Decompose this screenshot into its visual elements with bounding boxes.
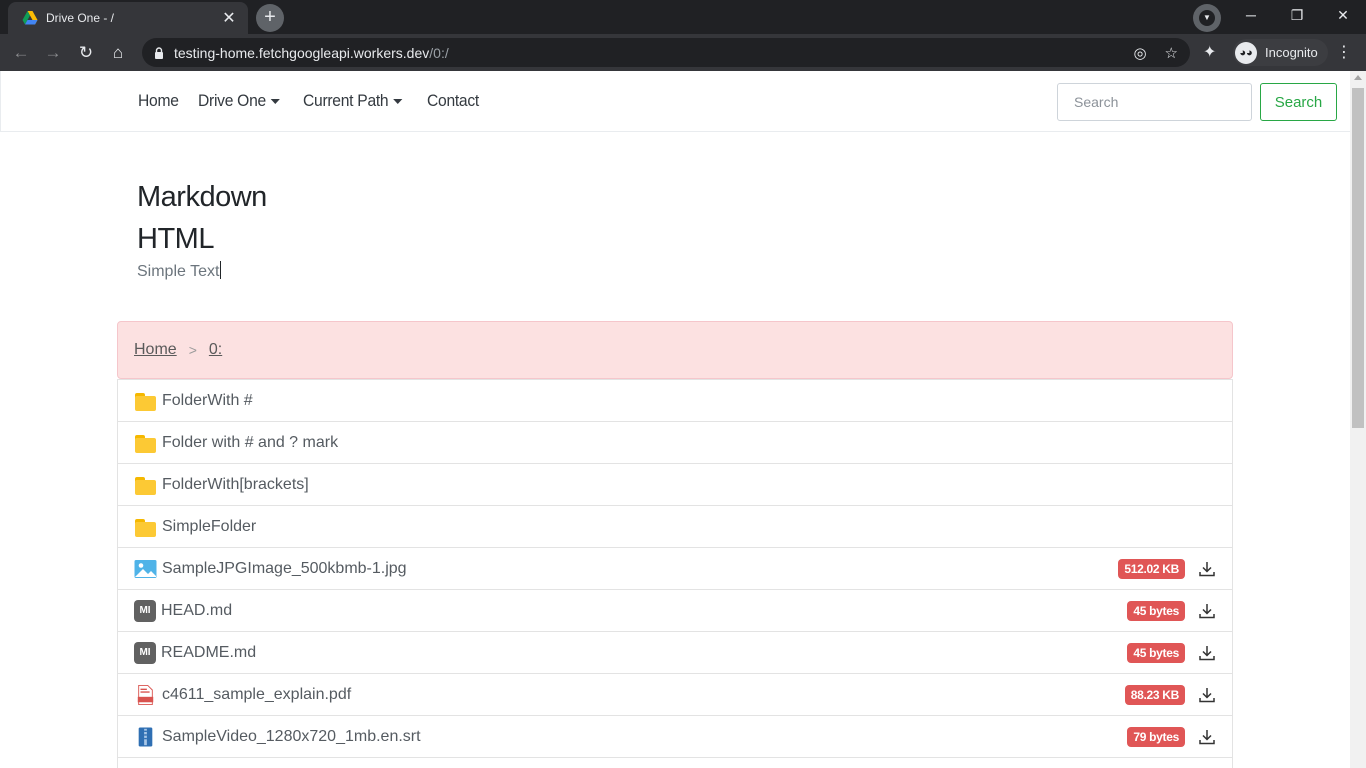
file-name: SampleVideo_1280x720_1mb.en.srt [162, 727, 421, 745]
extensions-puzzle-icon[interactable]: ✦ [1203, 42, 1216, 62]
list-item[interactable]: SampleVideo_1280x720_1mb.en.srt 79 bytes [118, 715, 1232, 757]
markdown-file-icon: MI [134, 641, 156, 664]
image-file-icon [134, 559, 157, 578]
search-input[interactable] [1057, 83, 1252, 121]
pdf-file-icon [137, 684, 154, 705]
download-icon[interactable] [1198, 728, 1216, 746]
list-item[interactable]: FolderWith[brackets] [118, 463, 1232, 505]
browser-tab[interactable]: Drive One - / ✕ [8, 2, 248, 34]
caret-down-icon [392, 98, 403, 104]
folder-icon [134, 433, 157, 453]
page-scrollbar[interactable] [1350, 71, 1366, 768]
nav-link-home[interactable]: Home [138, 91, 179, 111]
text-cursor [220, 261, 222, 279]
restore-button[interactable]: ❐ [1274, 0, 1320, 30]
breadcrumb-separator: > [188, 342, 197, 358]
list-item[interactable]: c4611_sample_explain.pdf 88.23 KB [118, 673, 1232, 715]
file-name: SampleJPGImage_500kbmb-1.jpg [162, 559, 407, 577]
readme-heading-markdown: Markdown [137, 181, 267, 213]
download-icon[interactable] [1198, 602, 1216, 620]
file-name: c4611_sample_explain.pdf [162, 685, 352, 703]
url-host: testing-home.fetchgoogleapi.workers.dev [174, 44, 430, 61]
file-name: FolderWith # [162, 391, 253, 409]
google-drive-icon [22, 11, 38, 25]
tab-close-icon[interactable]: ✕ [220, 8, 238, 28]
file-name: FolderWith[brackets] [162, 475, 309, 493]
incognito-profile-button[interactable]: ◕◕ Incognito [1233, 39, 1328, 66]
list-item[interactable]: FolderWith # [118, 379, 1232, 421]
readme-simple-text: Simple Text [137, 261, 222, 280]
incognito-label: Incognito [1265, 45, 1318, 60]
browser-toolbar: ← → ↻ ⌂ testing-home.fetchgoogleapi.work… [0, 34, 1366, 71]
site-navbar: Home Drive One Current Path Contact Sear… [0, 71, 1350, 132]
breadcrumb-root[interactable]: 0: [209, 341, 222, 359]
readme-heading-html: HTML [137, 223, 214, 255]
file-size-badge: 45 bytes [1127, 600, 1185, 621]
home-button[interactable]: ⌂ [105, 40, 131, 66]
folder-icon [134, 517, 157, 537]
close-window-button[interactable]: ✕ [1320, 0, 1366, 30]
markdown-file-icon: MI [134, 599, 156, 622]
search-button[interactable]: Search [1260, 83, 1337, 121]
forward-button[interactable]: → [40, 40, 66, 66]
browser-tabstrip: Drive One - / ✕ + ▼ ─ ❐ ✕ [0, 0, 1366, 34]
lock-icon [155, 46, 163, 59]
back-button[interactable]: ← [8, 40, 34, 66]
list-item[interactable]: Folder with # and ? mark [118, 421, 1232, 463]
caret-down-icon [270, 98, 280, 104]
download-icon[interactable] [1198, 686, 1216, 704]
list-item[interactable]: SampleJPGImage_500kbmb-1.jpg 512.02 KB [118, 547, 1232, 589]
scrollbar-thumb[interactable] [1352, 88, 1364, 428]
chevron-down-icon: ▼ [1199, 10, 1215, 26]
tab-search-button[interactable]: ▼ [1193, 4, 1221, 32]
breadcrumb: Home > 0: [117, 321, 1233, 379]
file-size-badge: 512.02 KB [1118, 558, 1185, 579]
nav-link-contact[interactable]: Contact [427, 91, 479, 111]
eye-off-icon[interactable]: ◎ [1133, 44, 1146, 62]
folder-icon [134, 475, 157, 495]
reload-button[interactable]: ↻ [73, 40, 99, 66]
file-list: FolderWith # Folder with # and ? mark Fo… [117, 379, 1233, 768]
file-size-badge: 79 bytes [1127, 726, 1185, 747]
list-item[interactable]: SimpleFolder [118, 505, 1232, 547]
file-name: HEAD.md [161, 601, 233, 619]
tab-title: Drive One - / [46, 11, 115, 25]
minimize-button[interactable]: ─ [1228, 0, 1274, 30]
download-icon[interactable] [1198, 560, 1216, 578]
browser-menu-icon[interactable]: ⋮ [1336, 42, 1352, 62]
subtitle-file-icon [138, 726, 153, 747]
folder-icon [134, 391, 157, 411]
address-bar[interactable]: testing-home.fetchgoogleapi.workers.dev /… [142, 38, 1190, 67]
file-name: SimpleFolder [162, 517, 257, 535]
bookmark-star-icon[interactable]: ☆ [1165, 44, 1178, 62]
list-item[interactable]: MI README.md 45 bytes [118, 631, 1232, 673]
file-name: Folder with # and ? mark [162, 433, 339, 451]
file-name: README.md [161, 643, 257, 661]
page-viewport: Home Drive One Current Path Contact Sear… [0, 71, 1350, 768]
incognito-icon: ◕◕ [1235, 41, 1257, 64]
file-size-badge: 45 bytes [1127, 642, 1185, 663]
scroll-up-arrow-icon[interactable] [1354, 75, 1362, 80]
url-path: /0:/ [429, 44, 449, 61]
file-size-badge: 88.23 KB [1124, 684, 1185, 705]
nav-dropdown-current-path[interactable]: Current Path [303, 91, 403, 111]
nav-dropdown-drive-one[interactable]: Drive One [198, 91, 280, 111]
new-tab-button[interactable]: + [256, 4, 284, 32]
download-icon[interactable] [1198, 644, 1216, 662]
list-item[interactable] [118, 757, 1232, 768]
breadcrumb-home[interactable]: Home [134, 341, 177, 359]
list-item[interactable]: MI HEAD.md 45 bytes [118, 589, 1232, 631]
